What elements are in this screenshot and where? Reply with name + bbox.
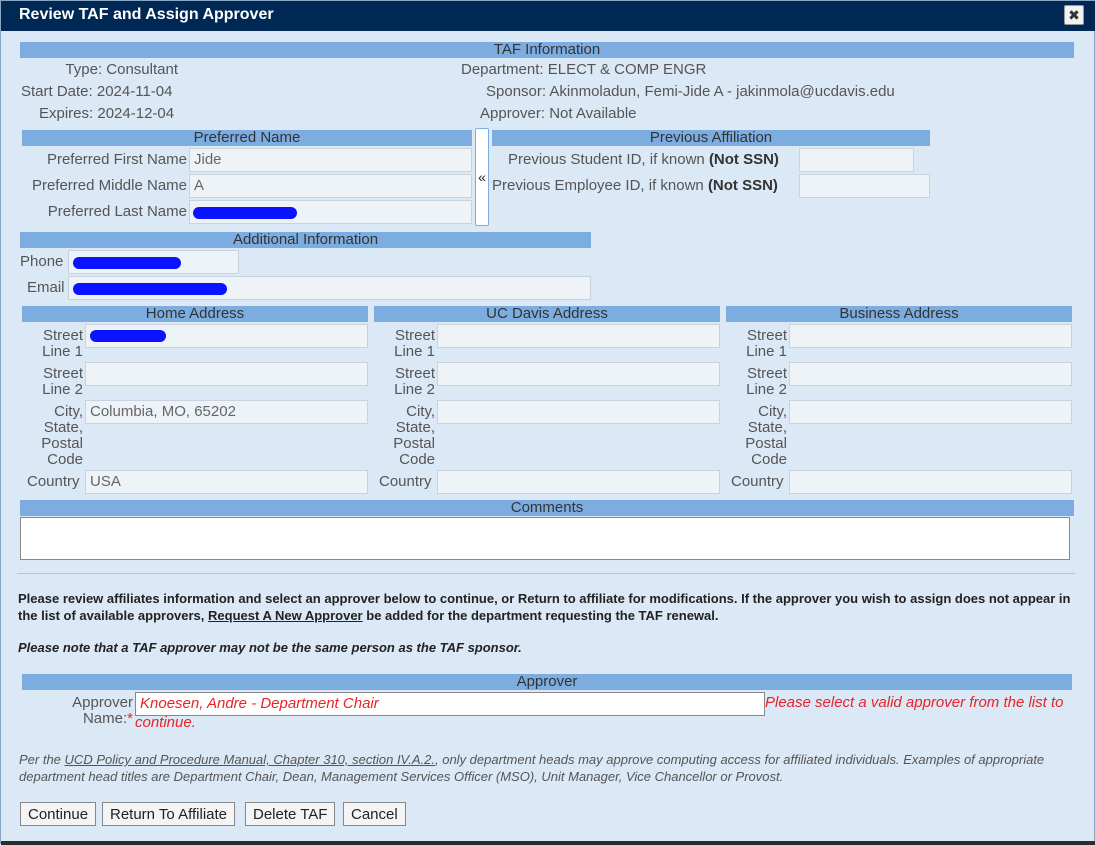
business-city-input[interactable] [789,400,1072,424]
approver-info-value: Not Available [549,105,637,122]
delete-taf-button[interactable]: Delete TAF [245,802,336,826]
department-label: Department: [461,61,544,78]
type-value: Consultant [106,61,178,78]
previous-employee-id-text: Previous Employee ID, if known [492,177,704,194]
redaction-mark [73,257,181,269]
comments-header: Comments [20,500,1074,516]
close-icon[interactable]: ✖ [1064,5,1084,25]
sponsor-label: Sponsor: [486,83,547,100]
required-marker: * [127,710,133,727]
home-city-label: City, State, Postal Code [41,403,83,468]
business-country-label: Country [731,473,784,490]
cancel-button[interactable]: Cancel [343,802,406,826]
not-ssn-note: (Not SSN) [707,177,778,194]
not-ssn-note: (Not SSN) [708,151,779,168]
dialog-titlebar: Review TAF and Assign Approver [1,1,1095,31]
home-street2-label: Street Line 2 [42,365,83,398]
previous-affiliation-header: Previous Affiliation [492,130,930,146]
preferred-middle-name-label: Preferred Middle Name [31,177,187,194]
policy-note: Per the UCD Policy and Procedure Manual,… [19,751,1079,785]
type-label: Type: [65,61,103,78]
business-street2-label: Street Line 2 [746,365,787,398]
business-street1-label: Street Line 1 [746,327,787,360]
approver-header: Approver [22,674,1072,690]
department-row: Department: ELECT & COMP ENGR [461,61,706,78]
review-taf-dialog: Review TAF and Assign Approver ✖ TAF Inf… [0,0,1095,845]
home-country-label: Country [27,473,80,490]
previous-student-id-label: Previous Student ID, if known (Not SSN) [508,151,779,168]
approver-name-text: Approver Name: [72,694,133,727]
preferred-first-name-input[interactable]: Jide [189,148,472,172]
instructions-text: Please review affiliates information and… [18,590,1078,624]
preferred-first-name-label: Preferred First Name [46,151,187,168]
redaction-mark [73,283,227,295]
business-city-label: City, State, Postal Code [745,403,787,468]
sponsor-value: Akinmoladun, Femi-Jide A - jakinmola@ucd… [549,83,895,100]
business-address-header: Business Address [726,306,1072,322]
business-street2-input[interactable] [789,362,1072,386]
ucd-country-input[interactable] [437,470,720,494]
start-date-row: Start Date: 2024-11-04 [21,83,173,100]
ucd-city-label: City, State, Postal Code [393,403,435,468]
instructions-part2: be added for the department requesting t… [366,608,719,623]
ucd-street2-label: Street Line 2 [394,365,435,398]
previous-student-id-text: Previous Student ID, if known [508,151,705,168]
ucd-address-header: UC Davis Address [374,306,720,322]
expires-row: Expires: 2024-12-04 [39,105,174,122]
approver-error-message: Please select a valid approver from the … [135,694,1064,731]
dialog-title: Review TAF and Assign Approver [19,6,274,23]
policy-part1: Per the [19,752,61,767]
preferred-middle-name-input[interactable]: A [189,174,472,198]
home-street2-input[interactable] [85,362,368,386]
expires-value: 2024-12-04 [97,105,175,122]
additional-information-header: Additional Information [20,232,591,248]
expires-label: Expires: [39,105,94,122]
ucd-street1-label: Street Line 1 [394,327,435,360]
bottom-edge [1,841,1095,845]
start-date-value: 2024-11-04 [96,83,173,100]
preferred-name-header: Preferred Name [22,130,472,146]
business-country-input[interactable] [789,470,1072,494]
home-street1-label: Street Line 1 [42,327,83,360]
continue-button[interactable]: Continue [20,802,97,826]
taf-information-header: TAF Information [20,42,1074,58]
ucd-city-input[interactable] [437,400,720,424]
email-label: Email [27,279,65,296]
previous-employee-id-label: Previous Employee ID, if known (Not SSN) [492,177,778,194]
department-value: ELECT & COMP ENGR [547,61,707,78]
sponsor-note: Please note that a TAF approver may not … [18,640,522,655]
sponsor-row: Sponsor: Akinmoladun, Femi-Jide A - jaki… [486,83,895,100]
start-date-label: Start Date: [21,83,93,100]
phone-label: Phone [20,253,64,270]
home-country-input[interactable]: USA [85,470,368,494]
redaction-mark [90,330,166,342]
approver-info-row: Approver: Not Available [480,105,637,122]
business-street1-input[interactable] [789,324,1072,348]
comments-textarea[interactable] [20,517,1070,560]
redaction-mark [193,207,297,219]
preferred-last-name-label: Preferred Last Name [47,203,187,220]
policy-manual-link[interactable]: UCD Policy and Procedure Manual, Chapter… [65,752,435,767]
approver-name-label: Approver Name:* [61,695,133,727]
previous-employee-id-input[interactable] [799,174,930,198]
type-row: Type: Consultant [21,61,178,78]
home-address-header: Home Address [22,306,368,322]
collapse-arrow-icon[interactable]: « [475,128,489,226]
request-new-approver-link[interactable]: Request A New Approver [208,608,363,623]
ucd-street1-input[interactable] [437,324,720,348]
ucd-street2-input[interactable] [437,362,720,386]
previous-student-id-input[interactable] [799,148,914,172]
ucd-country-label: Country [379,473,432,490]
return-to-affiliate-button[interactable]: Return To Affiliate [102,802,236,826]
divider [17,573,1075,574]
approver-info-label: Approver: [480,105,546,122]
home-city-input[interactable]: Columbia, MO, 65202 [85,400,368,424]
